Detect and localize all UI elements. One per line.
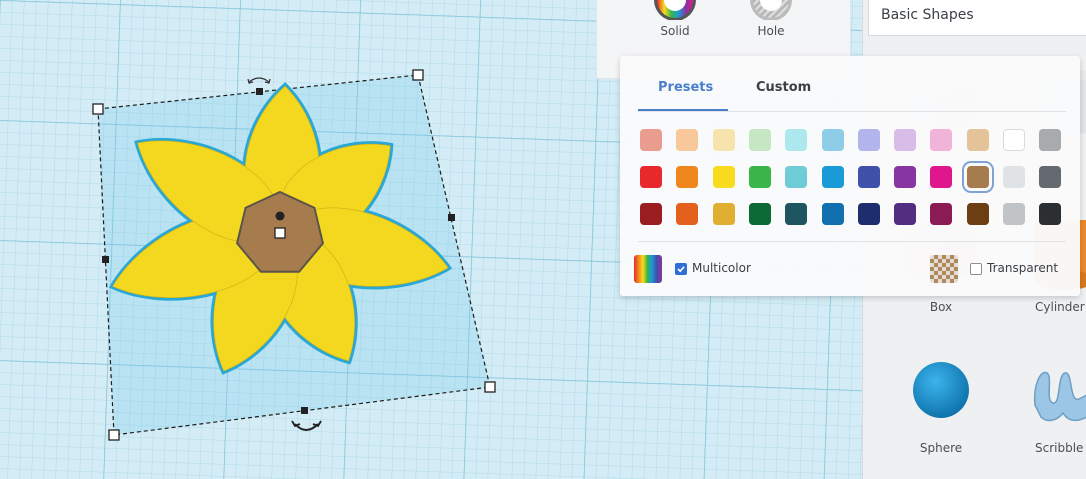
multicolor-checkbox[interactable] (675, 263, 687, 275)
color-swatch[interactable] (821, 129, 844, 151)
color-swatch[interactable] (966, 203, 989, 225)
color-swatch[interactable] (748, 129, 771, 151)
resize-handle-bottom-left[interactable] (108, 429, 120, 441)
color-swatch[interactable] (676, 203, 699, 225)
hole-label: Hole (757, 24, 785, 38)
shape-label-scribble: Scribble (1035, 441, 1084, 455)
solid-button[interactable]: Solid (625, 0, 725, 38)
color-swatch[interactable] (1003, 166, 1025, 188)
color-swatch[interactable] (966, 129, 989, 151)
color-swatch[interactable] (821, 166, 844, 188)
color-swatch[interactable] (748, 166, 771, 188)
multicolor-icon (634, 255, 662, 283)
color-swatch[interactable] (1003, 203, 1025, 225)
resize-handle-top-left[interactable] (92, 103, 104, 115)
shape-label-sphere: Sphere (919, 441, 963, 455)
color-swatch[interactable] (1003, 129, 1025, 151)
shape-category-dropdown[interactable]: Basic Shapes (868, 0, 1086, 36)
color-picker-popup: Presets Custom Multicolor Transparent (620, 56, 1080, 296)
active-tab-indicator (638, 109, 728, 111)
color-swatch[interactable] (1039, 166, 1062, 188)
transparent-icon (930, 255, 958, 283)
color-swatch[interactable] (1039, 203, 1062, 225)
color-swatch[interactable] (894, 166, 917, 188)
tab-presets[interactable]: Presets (658, 80, 713, 95)
color-swatch[interactable] (748, 203, 771, 225)
color-swatch[interactable] (930, 166, 953, 188)
edge-handle-right[interactable] (448, 214, 455, 221)
color-swatch[interactable] (712, 166, 735, 188)
color-swatch[interactable] (712, 203, 735, 225)
color-swatch[interactable] (930, 129, 953, 151)
tab-divider (638, 111, 1066, 112)
color-swatch[interactable] (857, 166, 880, 188)
color-swatch[interactable] (857, 203, 880, 225)
hole-button[interactable]: Hole (721, 0, 821, 38)
shape-tile-scribble[interactable]: Scribble (1023, 355, 1086, 465)
color-swatch[interactable] (1039, 129, 1062, 151)
color-swatch[interactable] (961, 161, 994, 193)
color-swatch[interactable] (712, 129, 735, 151)
color-swatch[interactable] (785, 129, 808, 151)
shape-tile-sphere[interactable]: Sphere (893, 355, 989, 465)
resize-handle-top-right[interactable] (412, 69, 424, 81)
sphere-icon (913, 362, 969, 418)
transparent-label: Transparent (987, 261, 1059, 275)
scribble-icon (1033, 371, 1086, 422)
hole-ring-icon (750, 0, 792, 20)
color-swatch[interactable] (676, 166, 699, 188)
checkmark-icon (677, 266, 685, 273)
options-divider (638, 241, 1066, 242)
edge-handle-bottom[interactable] (301, 407, 308, 414)
color-swatch[interactable] (676, 129, 699, 151)
color-swatch[interactable] (930, 203, 953, 225)
edge-handle-left[interactable] (102, 256, 109, 263)
color-swatch[interactable] (894, 129, 917, 151)
rainbow-ring-icon (654, 0, 696, 20)
multicolor-label: Multicolor (692, 261, 751, 275)
color-swatch[interactable] (894, 203, 917, 225)
shape-label-box: Box (929, 300, 953, 314)
color-swatch[interactable] (640, 166, 662, 188)
solid-label: Solid (660, 24, 690, 38)
resize-handle-bottom-right[interactable] (484, 381, 496, 393)
color-swatch[interactable] (857, 129, 880, 151)
edge-handle-top[interactable] (256, 88, 263, 95)
color-swatch[interactable] (821, 203, 844, 225)
color-swatch[interactable] (785, 203, 808, 225)
transparent-checkbox[interactable] (970, 263, 982, 275)
color-swatch[interactable] (640, 203, 662, 225)
shape-category-value: Basic Shapes (881, 7, 974, 23)
color-swatch[interactable] (640, 129, 662, 151)
tab-custom[interactable]: Custom (756, 80, 811, 95)
color-swatch[interactable] (785, 166, 808, 188)
shape-label-cylinder: Cylinder (1035, 300, 1085, 314)
